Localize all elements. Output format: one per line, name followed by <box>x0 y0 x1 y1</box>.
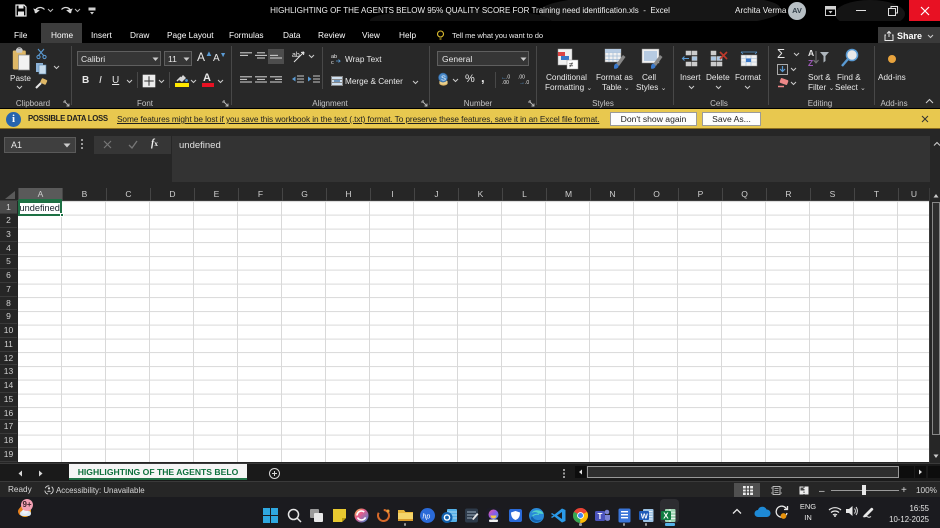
svg-text:≠: ≠ <box>569 61 574 70</box>
svg-text:A: A <box>808 48 814 58</box>
svg-text:Z: Z <box>808 58 813 68</box>
svg-text:W: W <box>640 511 648 520</box>
svg-text:hp: hp <box>422 513 430 520</box>
svg-text:S: S <box>441 73 446 82</box>
svg-text:.00: .00 <box>502 80 509 86</box>
svg-text:.0: .0 <box>525 80 529 86</box>
svg-text:X: X <box>663 511 669 520</box>
svg-text:T: T <box>597 512 602 521</box>
svg-text:c: c <box>331 60 334 66</box>
